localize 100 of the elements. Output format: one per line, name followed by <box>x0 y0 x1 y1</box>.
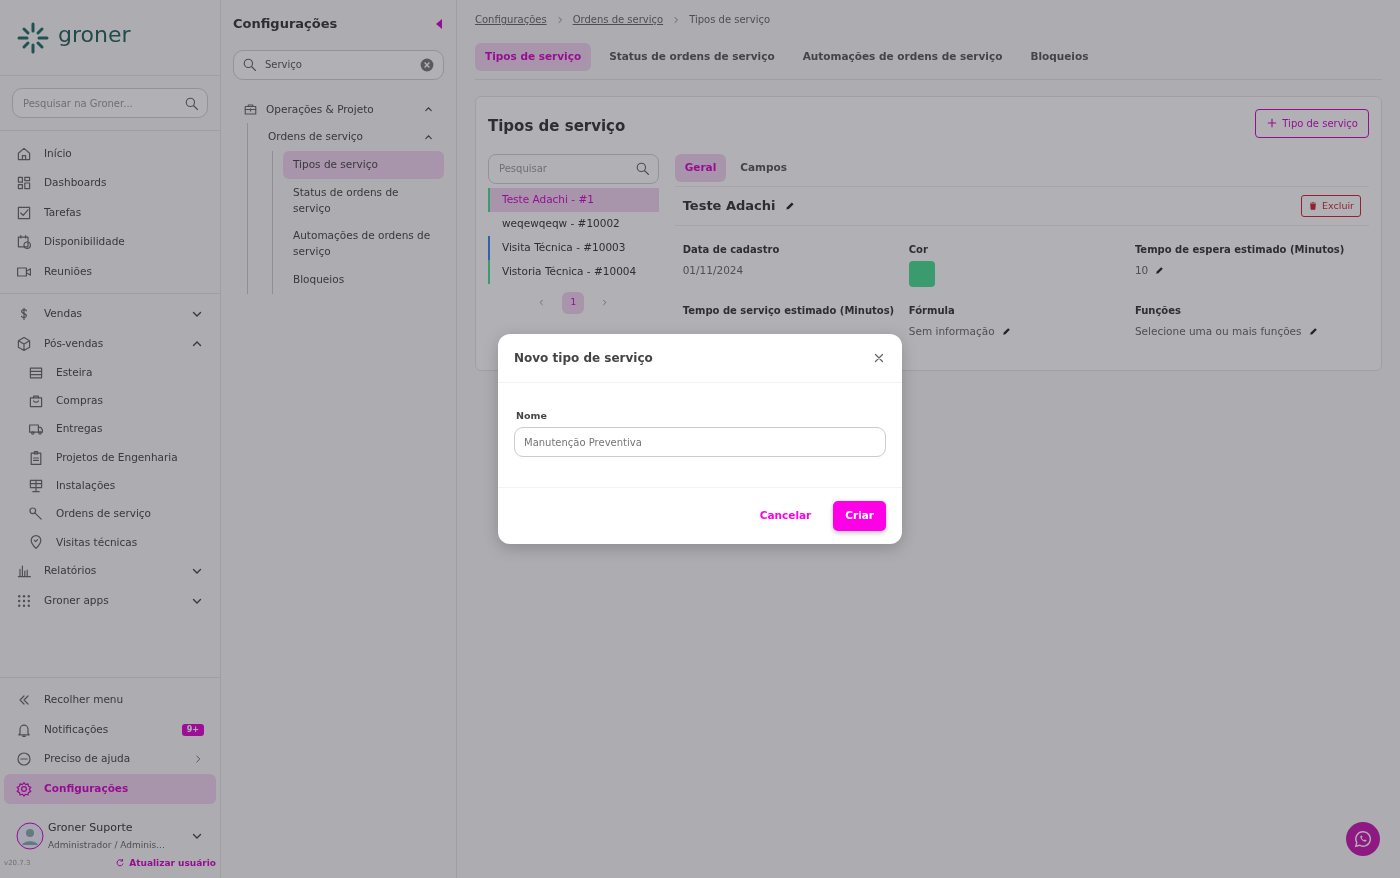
tree-item[interactable]: Tipos de serviço <box>283 151 444 179</box>
map-pin-icon <box>28 534 44 551</box>
list-item[interactable]: Teste Adachi - #1 <box>488 187 659 212</box>
field-label: Cor <box>908 242 929 257</box>
nav-item[interactable]: Esteira <box>0 358 220 387</box>
modal-title: Novo tipo de serviço <box>514 350 653 367</box>
tree-item[interactable]: Bloqueios <box>283 265 444 294</box>
detail-title: Teste Adachi <box>682 196 776 215</box>
close-button[interactable] <box>872 351 886 365</box>
edit-icon <box>1307 326 1319 338</box>
nav-group[interactable]: Groner apps <box>0 586 220 616</box>
nav-item[interactable]: Disponibilidade <box>0 227 220 257</box>
tab[interactable]: Geral <box>674 153 727 182</box>
tab[interactable]: Status de ordens de serviço <box>599 43 785 71</box>
create-button[interactable]: Criar <box>833 501 886 531</box>
tree-item[interactable]: Ordens de serviço <box>258 123 444 151</box>
settings-icon <box>16 780 32 797</box>
delete-button[interactable]: Excluir <box>1301 194 1361 217</box>
search-input[interactable]: Pesquisar na Groner... <box>21 94 184 112</box>
breadcrumb-current: Tipos de serviço <box>689 13 771 27</box>
chat-button[interactable] <box>1346 822 1380 856</box>
user-name: Groner Suporte <box>48 819 134 836</box>
field-value: Sem informação <box>908 323 995 339</box>
refresh-user-link[interactable]: Atualizar usuário <box>115 856 216 870</box>
nav-group[interactable]: Pós-vendas <box>0 329 220 359</box>
nav-item[interactable]: Preciso de ajuda <box>4 744 216 774</box>
chat-icon <box>1354 830 1372 848</box>
nav-group[interactable]: Vendas <box>0 299 220 329</box>
tree-item[interactable]: Operações & Projeto <box>233 95 444 124</box>
logo-icon <box>16 20 50 55</box>
search-input[interactable]: Serviço <box>263 56 419 73</box>
list-item[interactable]: Vistoria Técnica - #10004 <box>488 259 659 284</box>
nav-item[interactable]: Configurações <box>4 774 216 804</box>
section-title: Tipos de serviço <box>488 116 626 137</box>
home-icon <box>16 145 32 162</box>
field-value: 10 <box>1134 262 1149 278</box>
calendar-icon <box>16 234 32 251</box>
close-icon <box>872 351 886 365</box>
brand-name: groner <box>58 21 131 49</box>
collapse-arrow-icon[interactable] <box>436 18 444 29</box>
tab[interactable]: Automações de ordens de serviço <box>792 43 1013 71</box>
field-label: Fórmula <box>908 303 956 318</box>
name-input[interactable]: Manutenção Preventiva <box>514 427 886 458</box>
nav-item[interactable]: Tarefas <box>0 198 220 228</box>
board-icon <box>28 477 44 494</box>
user-role: Administrador / Adminis... <box>48 839 166 852</box>
field-label: Data de cadastro <box>682 242 781 257</box>
nav-item[interactable]: Recolher menu <box>4 685 216 715</box>
field-label: Funções <box>1134 303 1182 318</box>
nav-item[interactable]: Dashboards <box>0 168 220 198</box>
dashboard-icon <box>16 175 32 192</box>
field-value: 01/11/2024 <box>682 262 745 278</box>
tree-item[interactable]: Status de ordens de serviço <box>283 178 444 223</box>
list-item[interactable]: weqewqeqw - #10002 <box>488 211 659 236</box>
apps-grid-icon <box>16 592 32 609</box>
nav-item[interactable]: Notificações 9+ <box>4 715 216 745</box>
tab[interactable]: Tipos de serviço <box>475 43 592 71</box>
nav-item[interactable]: Compras <box>0 386 220 416</box>
nav-item[interactable]: Projetos de Engenharia <box>0 443 220 472</box>
edit-icon <box>1000 326 1012 338</box>
tab[interactable]: Campos <box>730 153 797 182</box>
checkbox-icon <box>16 204 32 221</box>
field-value: Selecione uma ou mais funções <box>1134 323 1302 339</box>
avatar <box>16 822 44 850</box>
search-icon <box>242 57 257 72</box>
refresh-icon <box>115 858 126 869</box>
briefcase-icon <box>243 101 258 117</box>
tab[interactable]: Bloqueios <box>1020 43 1099 71</box>
bar-chart-icon <box>16 563 32 580</box>
field-label: Tempo de espera estimado (Minutos) <box>1134 242 1346 257</box>
search-field[interactable]: Serviço <box>233 49 444 80</box>
breadcrumb-link[interactable]: Ordens de serviço <box>572 12 664 27</box>
nav-item[interactable]: Instalações <box>0 471 220 500</box>
nav-item[interactable]: Entregas <box>0 415 220 444</box>
truck-icon <box>28 421 44 438</box>
clipboard-icon <box>28 449 44 466</box>
nav-group[interactable]: Relatórios <box>0 556 220 587</box>
cancel-button[interactable]: Cancelar <box>753 507 818 525</box>
search-icon <box>634 161 650 177</box>
search-field[interactable]: Pesquisar na Groner... <box>12 88 208 118</box>
next-page-icon <box>600 298 610 308</box>
page-button[interactable]: 1 <box>562 291 585 314</box>
box-icon <box>16 335 32 352</box>
list-item[interactable]: Visita Técnica - #10003 <box>488 235 659 260</box>
field-label: Nome <box>516 409 548 423</box>
search-input[interactable]: Pesquisar <box>497 160 635 178</box>
field-label: Tempo de serviço estimado (Minutos) <box>682 303 896 318</box>
nav-item[interactable]: Início <box>0 139 220 169</box>
notification-badge: 9+ <box>181 723 204 736</box>
add-button[interactable]: Tipo de serviço <box>1255 108 1369 138</box>
nav-item[interactable]: Reuniões <box>0 257 220 287</box>
plus-icon <box>1266 117 1279 130</box>
nav-item[interactable]: Ordens de serviço <box>0 500 220 529</box>
panel-title: Configurações <box>233 15 338 33</box>
clear-icon <box>419 56 435 73</box>
tree-item[interactable]: Automações de ordens de serviço <box>283 222 444 266</box>
nav-item[interactable]: Visitas técnicas <box>0 528 220 557</box>
search-field[interactable]: Pesquisar <box>488 153 659 184</box>
breadcrumb-link[interactable]: Configurações <box>475 12 547 27</box>
trash-icon <box>1308 200 1319 211</box>
